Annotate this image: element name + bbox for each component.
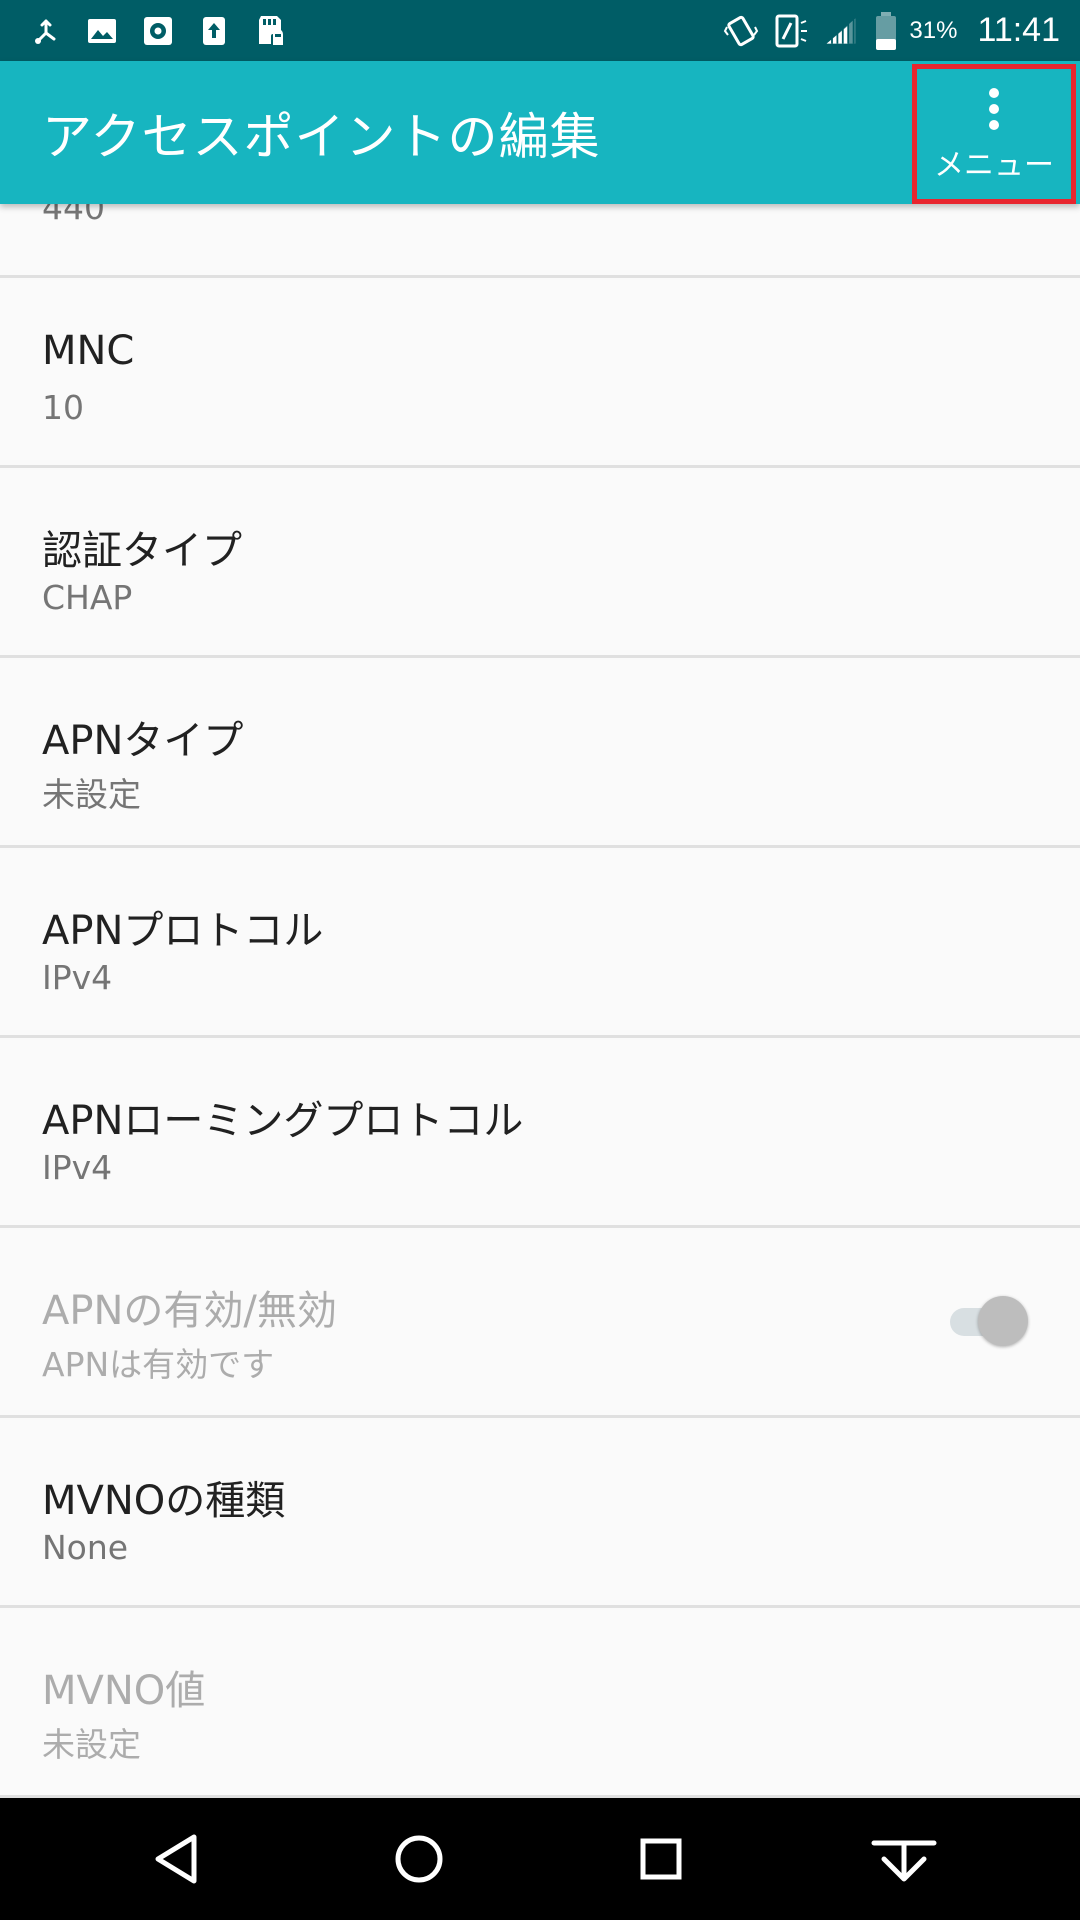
list-item-apn-type[interactable]: APNタイプ 未設定 — [0, 658, 1080, 845]
status-bar: 31% 11:41 — [0, 0, 1080, 61]
item-value: IPv4 — [42, 958, 113, 997]
list-item-mnc[interactable]: MNC 10 — [0, 278, 1080, 465]
battery-percent: 31% — [909, 16, 958, 44]
item-title: 認証タイプ — [42, 528, 242, 574]
apn-enable-switch — [946, 1294, 1028, 1348]
back-icon — [155, 1834, 197, 1884]
item-value: APNは有効です — [42, 1345, 275, 1384]
item-title: APNの有効/無効 — [42, 1288, 337, 1334]
recents-button[interactable] — [581, 1798, 741, 1920]
list-item-apn-enable: APNの有効/無効 APNは有効です — [0, 1228, 1080, 1415]
image-icon — [84, 13, 120, 49]
menu-label: メニュー — [934, 148, 1054, 183]
system-icons: 31% 11:41 — [723, 0, 1060, 61]
usb-debug-icon — [28, 13, 64, 49]
signal-icon — [823, 13, 859, 49]
app-bar: アクセスポイントの編集 メニュー — [0, 61, 1080, 204]
settings-box-icon — [140, 13, 176, 49]
item-title: APNローミングプロトコル — [42, 1098, 524, 1144]
item-value: 未設定 — [42, 1725, 141, 1764]
item-title: MVNO値 — [42, 1668, 206, 1714]
item-title: APNタイプ — [42, 718, 244, 764]
overflow-menu-button[interactable]: メニュー — [912, 64, 1076, 204]
battery-icon — [873, 11, 899, 50]
nfc-icon — [773, 13, 809, 49]
list-item-auth-type[interactable]: 認証タイプ CHAP — [0, 468, 1080, 655]
item-title: MVNOの種類 — [42, 1478, 286, 1524]
hide-nav-icon — [871, 1840, 937, 1882]
recents-icon — [640, 1838, 682, 1880]
page-title: アクセスポイントの編集 — [42, 107, 601, 166]
hide-nav-button[interactable] — [824, 1798, 984, 1920]
vibrate-icon — [723, 13, 759, 49]
more-vert-icon — [989, 88, 999, 130]
list-item-mvno-value: MVNO値 未設定 — [0, 1608, 1080, 1795]
item-title: MNC — [42, 328, 135, 374]
upload-icon — [196, 13, 232, 49]
list-item-apn-protocol[interactable]: APNプロトコル IPv4 — [0, 848, 1080, 1035]
home-icon — [395, 1835, 443, 1883]
back-button[interactable] — [96, 1798, 256, 1920]
notification-icons — [28, 0, 288, 61]
switch-thumb — [978, 1296, 1028, 1346]
clock: 11:41 — [977, 11, 1060, 49]
item-title: APNプロトコル — [42, 908, 324, 954]
list-item-apn-roaming-protocol[interactable]: APNローミングプロトコル IPv4 — [0, 1038, 1080, 1225]
screen: 31% 11:41 アクセスポイントの編集 メニュー 440 MNC 10 認証… — [0, 0, 1080, 1920]
item-value: CHAP — [42, 578, 133, 617]
sd-card-lock-icon — [252, 13, 288, 49]
item-value: 10 — [42, 388, 84, 427]
navigation-bar — [0, 1798, 1080, 1920]
item-value: 未設定 — [42, 775, 141, 814]
item-value: IPv4 — [42, 1148, 113, 1187]
item-value: None — [42, 1528, 129, 1567]
home-button[interactable] — [339, 1798, 499, 1920]
list-item-mvno-type[interactable]: MVNOの種類 None — [0, 1418, 1080, 1605]
